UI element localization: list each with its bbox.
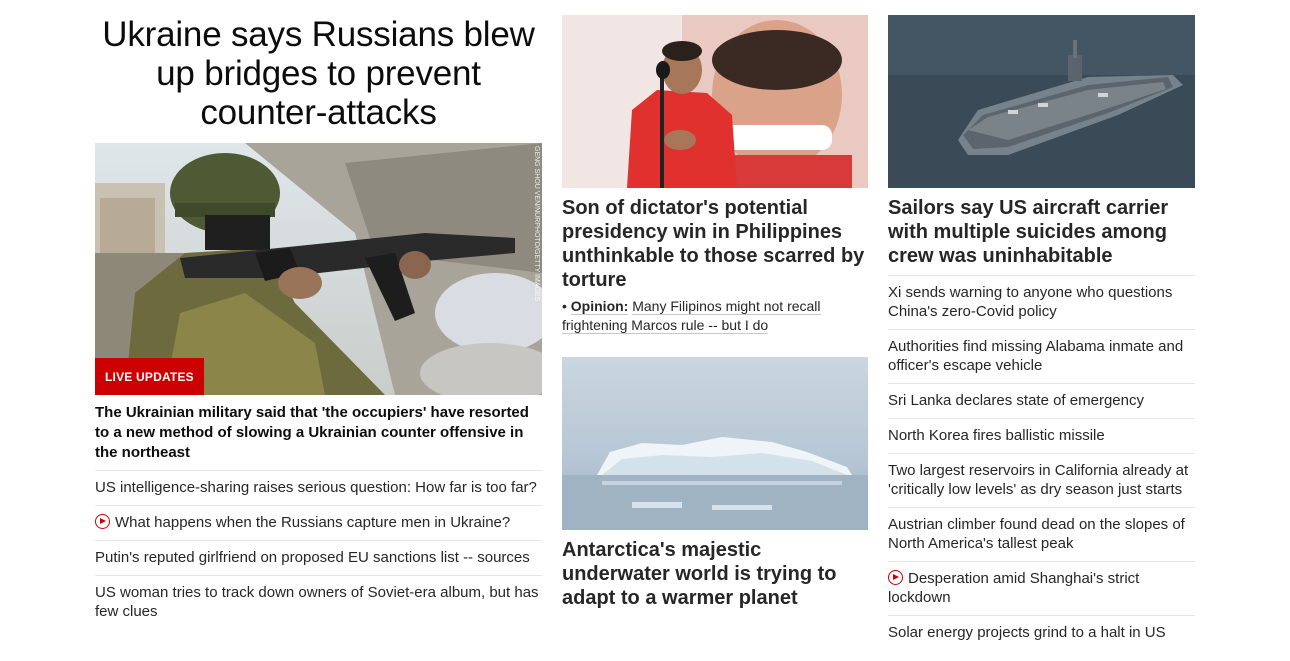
speaker-photo: [562, 15, 868, 188]
link-text[interactable]: What happens when the Russians capture m…: [115, 514, 510, 531]
opinion-label[interactable]: Opinion:: [570, 298, 629, 315]
lead-related-links: US intelligence-sharing raises serious q…: [95, 470, 542, 629]
link-text[interactable]: US intelligence-sharing raises serious q…: [95, 479, 537, 496]
play-circle-icon: [888, 570, 903, 585]
antarctica-image[interactable]: [562, 357, 868, 530]
iceberg-photo: [562, 357, 868, 530]
right-column: Sailors say US aircraft carrier with mul…: [888, 0, 1195, 650]
link-text[interactable]: Two largest reservoirs in California alr…: [888, 462, 1188, 498]
link-text[interactable]: North Korea fires ballistic missile: [888, 427, 1105, 444]
hero-headline-link[interactable]: Ukraine says Russians blew up bridges to…: [102, 15, 535, 132]
carrier-headline[interactable]: Sailors say US aircraft carrier with mul…: [888, 196, 1195, 268]
hero-headline[interactable]: Ukraine says Russians blew up bridges to…: [95, 15, 542, 132]
carrier-image[interactable]: [888, 15, 1195, 188]
list-item[interactable]: Putin's reputed girlfriend on proposed E…: [95, 540, 542, 575]
list-item[interactable]: US intelligence-sharing raises serious q…: [95, 470, 542, 505]
list-item[interactable]: Authorities find missing Alabama inmate …: [888, 329, 1195, 383]
list-item[interactable]: What happens when the Russians capture m…: [95, 505, 542, 540]
hero-image[interactable]: GENG SHOU VEN/NURPHOTO/GETTY IMAGES LIVE…: [95, 143, 542, 395]
bullet: •: [562, 298, 571, 314]
image-credit: GENG SHOU VEN/NURPHOTO/GETTY IMAGES: [533, 146, 540, 302]
link-text[interactable]: Solar energy projects grind to a halt in…: [888, 624, 1166, 641]
list-item[interactable]: US woman tries to track down owners of S…: [95, 575, 542, 629]
antarctica-headline[interactable]: Antarctica's majestic underwater world i…: [562, 538, 868, 610]
list-item[interactable]: Solar energy projects grind to a halt in…: [888, 615, 1195, 650]
link-text[interactable]: Xi sends warning to anyone who questions…: [888, 284, 1172, 320]
list-item[interactable]: Desperation amid Shanghai's strict lockd…: [888, 561, 1195, 615]
live-updates-badge[interactable]: LIVE UPDATES: [95, 358, 204, 395]
lead-column: Ukraine says Russians blew up bridges to…: [95, 0, 542, 629]
link-text[interactable]: US woman tries to track down owners of S…: [95, 584, 539, 620]
list-item[interactable]: Two largest reservoirs in California alr…: [888, 453, 1195, 507]
philippines-headline[interactable]: Son of dictator's potential presidency w…: [562, 196, 868, 292]
link-text[interactable]: Putin's reputed girlfriend on proposed E…: [95, 549, 530, 566]
lead-subheadline[interactable]: The Ukrainian military said that 'the oc…: [95, 403, 542, 463]
marcos-image[interactable]: [562, 15, 868, 188]
list-item[interactable]: Sri Lanka declares state of emergency: [888, 383, 1195, 418]
middle-column: Son of dictator's potential presidency w…: [562, 0, 868, 610]
list-item[interactable]: North Korea fires ballistic missile: [888, 418, 1195, 453]
link-text[interactable]: Sri Lanka declares state of emergency: [888, 392, 1144, 409]
list-item[interactable]: Xi sends warning to anyone who questions…: [888, 275, 1195, 329]
link-text[interactable]: Authorities find missing Alabama inmate …: [888, 338, 1183, 374]
aircraft-carrier-photo: [888, 15, 1195, 188]
opinion-link[interactable]: • Opinion: Many Filipinos might not reca…: [562, 297, 868, 335]
link-text[interactable]: Austrian climber found dead on the slope…: [888, 516, 1185, 552]
headline-list: Xi sends warning to anyone who questions…: [888, 275, 1195, 650]
play-circle-icon: [95, 514, 110, 529]
link-text[interactable]: Desperation amid Shanghai's strict lockd…: [888, 570, 1139, 606]
list-item[interactable]: Austrian climber found dead on the slope…: [888, 507, 1195, 561]
